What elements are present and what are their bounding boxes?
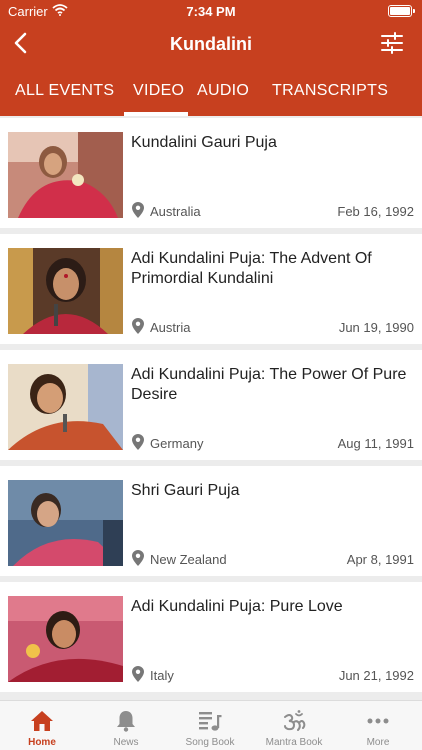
tab-audio[interactable]: AUDIO — [197, 82, 249, 100]
tabbar-home[interactable]: Home — [0, 701, 84, 750]
home-icon — [31, 711, 53, 731]
location-pin-icon — [132, 550, 144, 566]
battery-icon — [388, 5, 415, 17]
video-location: New Zealand — [150, 552, 227, 567]
list-item[interactable]: Adi Kundalini Puja: Pure Love Italy Jun … — [0, 582, 422, 692]
list-item[interactable]: Shri Gauri Puja New Zealand Apr 8, 1991 — [0, 466, 422, 576]
tab-all-events[interactable]: ALL EVENTS — [15, 82, 114, 100]
video-title: Adi Kundalini Puja: The Power Of Pure De… — [131, 366, 407, 403]
video-date: Jun 19, 1990 — [338, 320, 414, 335]
location-pin-icon — [132, 318, 144, 334]
video-title: Shri Gauri Puja — [131, 482, 240, 499]
more-dots-icon — [367, 718, 389, 724]
tab-video[interactable]: VIDEO — [133, 82, 184, 100]
status-time: 7:34 PM — [186, 4, 236, 19]
tabbar-label: More — [366, 737, 390, 748]
video-date: Jun 21, 1992 — [338, 668, 414, 683]
video-location: Germany — [150, 436, 204, 451]
tabbar-more[interactable]: More — [336, 701, 420, 750]
video-thumbnail[interactable] — [8, 480, 123, 566]
video-thumbnail[interactable] — [8, 364, 123, 450]
list-item[interactable]: Kundalini Gauri Puja Australia Feb 16, 1… — [0, 118, 422, 228]
tabbar-news[interactable]: News — [84, 701, 168, 750]
video-title: Kundalini Gauri Puja — [131, 134, 277, 151]
location-pin-icon — [132, 202, 144, 218]
tabbar-song-book[interactable]: Song Book — [168, 701, 252, 750]
video-date: Feb 16, 1992 — [337, 204, 414, 219]
filter-sliders-icon[interactable] — [380, 31, 404, 55]
video-thumbnail[interactable] — [8, 596, 123, 682]
video-title: Adi Kundalini Puja: Pure Love — [131, 598, 343, 615]
bottom-tab-bar: Home News Song Book Mantra Book More — [0, 700, 422, 750]
video-location: Italy — [150, 668, 174, 683]
list-item[interactable]: Adi Kundalini Puja: The Advent Of Primor… — [0, 234, 422, 344]
status-bar: Carrier 7:34 PM — [0, 0, 422, 22]
bell-icon — [117, 711, 135, 732]
active-tab-indicator — [124, 112, 188, 116]
segment-tabs: ALL EVENTS VIDEO AUDIO TRANSCRIPTS — [0, 76, 422, 116]
video-location: Australia — [150, 204, 201, 219]
list-item[interactable]: Adi Kundalini Puja: The Power Of Pure De… — [0, 350, 422, 460]
tab-transcripts[interactable]: TRANSCRIPTS — [272, 82, 388, 100]
video-thumbnail[interactable] — [8, 132, 123, 218]
location-pin-icon — [132, 666, 144, 682]
tabbar-label: Song Book — [185, 737, 235, 748]
header: Carrier 7:34 PM Kundalini ALL EVENTS VID… — [0, 0, 422, 116]
location-pin-icon — [132, 434, 144, 450]
video-thumbnail[interactable] — [8, 248, 123, 334]
tabbar-label: Home — [28, 737, 56, 748]
tabbar-mantra-book[interactable]: Mantra Book — [252, 701, 336, 750]
video-location: Austria — [150, 320, 191, 335]
page-title: Kundalini — [170, 34, 252, 54]
music-list-icon — [199, 712, 222, 731]
tabbar-label: News — [113, 737, 139, 748]
video-date: Apr 8, 1991 — [346, 552, 414, 567]
video-title: Adi Kundalini Puja: The Advent Of Primor… — [131, 250, 372, 287]
tabbar-label: Mantra Book — [265, 737, 323, 748]
video-date: Aug 11, 1991 — [337, 436, 414, 451]
om-icon — [284, 710, 306, 731]
